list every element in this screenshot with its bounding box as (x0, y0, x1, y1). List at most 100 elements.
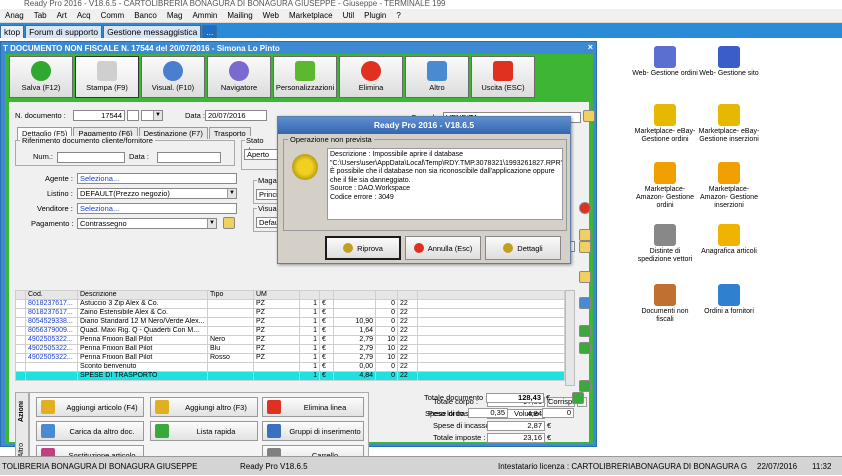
table-cell[interactable] (25, 362, 78, 372)
table-cell[interactable]: 22 (397, 308, 418, 318)
table-cell[interactable]: PZ (253, 317, 300, 327)
table-cell[interactable]: € (319, 335, 334, 345)
table-cell[interactable]: 4902505322... (25, 353, 78, 363)
table-cell[interactable]: € (319, 371, 334, 381)
table-row[interactable]: 4902505322... Penna Frixion Ball Pilot Ros… (15, 353, 565, 363)
save-button[interactable]: Salva (F12) (9, 56, 73, 98)
table-cell[interactable]: 8018237617... (25, 299, 78, 309)
table-cell[interactable]: 22 (397, 299, 418, 309)
table-cell[interactable] (417, 299, 565, 309)
table-cell[interactable]: 22 (397, 362, 418, 372)
desktop-icon-web-ordini[interactable]: Web- Gestione ordini (632, 46, 698, 78)
table-row[interactable]: 4902505322... Penna Frixion Ball Pilot Blu… (15, 344, 565, 354)
folder-icon[interactable] (579, 241, 591, 253)
table-cell[interactable]: Quad. Maxi Rig. Q - Quaderti Con M... (77, 326, 208, 336)
col-descrizione[interactable]: Descrizione (77, 290, 208, 300)
quick-list-button[interactable]: Lista rapida (150, 421, 258, 441)
table-cell[interactable]: 1 (299, 326, 320, 336)
table-cell[interactable]: € (319, 353, 334, 363)
table-cell[interactable]: 22 (397, 371, 418, 381)
ndoc-suffix-input[interactable] (127, 110, 139, 121)
table-cell[interactable] (417, 326, 565, 336)
add-article-button[interactable]: Aggiungi articolo (F4) (36, 397, 144, 417)
table-cell[interactable]: Penna Frixion Ball Pilot (77, 353, 208, 363)
table-cell[interactable]: 0,00 (333, 362, 376, 372)
desktop-icon-web-sito[interactable]: Web- Gestione sito (696, 46, 762, 78)
table-cell[interactable]: PZ (253, 299, 300, 309)
table-cell[interactable]: € (319, 362, 334, 372)
folder-icon[interactable] (579, 229, 591, 241)
table-cell[interactable]: PZ (253, 353, 300, 363)
table-cell[interactable] (333, 308, 376, 318)
table-cell[interactable]: PZ (253, 326, 300, 336)
menu-item-ammin[interactable]: Ammin (187, 9, 222, 23)
table-cell[interactable]: 1 (299, 335, 320, 345)
preview-button[interactable]: Visual. (F10) (141, 56, 205, 98)
print-button[interactable]: Stampa (F9) (75, 56, 139, 98)
row-indicator[interactable] (15, 362, 26, 372)
table-cell[interactable] (417, 371, 565, 381)
tab-forum[interactable]: Forum di supporto (25, 25, 103, 38)
cancel-button[interactable]: Annulla (Esc) (405, 236, 481, 260)
table-cell[interactable] (417, 353, 565, 363)
pagamento-select[interactable]: Contrassegno ▼ (77, 218, 217, 229)
table-row[interactable]: 4902505322... Penna Frixion Ball Pilot Ner… (15, 335, 565, 345)
spese-incasso-value[interactable]: 2,87 (487, 421, 545, 431)
menu-item-anag[interactable]: Anag (0, 9, 29, 23)
table-cell[interactable]: 1,64 (333, 326, 376, 336)
arrow-down-icon[interactable] (579, 297, 591, 309)
calculator-icon[interactable] (572, 392, 584, 404)
arrow-up-icon[interactable] (579, 325, 591, 337)
table-cell[interactable] (207, 371, 254, 381)
table-cell[interactable] (207, 299, 254, 309)
table-cell[interactable] (417, 308, 565, 318)
row-indicator[interactable] (15, 371, 26, 381)
row-indicator[interactable] (15, 326, 26, 336)
table-cell[interactable]: Nero (207, 335, 254, 345)
menu-item-marketplace[interactable]: Marketplace (284, 9, 338, 23)
menu-item-art[interactable]: Art (52, 9, 72, 23)
desktop-icon-ordini-fornitori[interactable]: Ordini a fornitori (696, 284, 762, 316)
desktop-icon-amazon-ordini[interactable]: Marketplace- Amazon- Gestione ordini (632, 162, 698, 210)
table-row[interactable]: 8018237617... Zaino Estensibile Alex & Co… (15, 308, 565, 318)
table-row[interactable]: 8054529338... Diario Standard 12 M Nero/V… (15, 317, 565, 327)
table-cell[interactable]: 1 (299, 344, 320, 354)
tab-more[interactable]: ... (202, 25, 218, 38)
menu-item-web[interactable]: Web (258, 9, 284, 23)
table-cell[interactable]: 10 (375, 335, 398, 345)
table-cell[interactable]: 4902505322... (25, 344, 78, 354)
exit-button[interactable]: Uscita (ESC) (471, 56, 535, 98)
desktop-icon-ebay-inserzioni[interactable]: Marketplace- eBay- Gestione inserzioni (696, 104, 762, 144)
details-button[interactable]: Dettagli (485, 236, 561, 260)
table-row[interactable]: 8056379009... Quad. Maxi Rig. Q - Quadert… (15, 326, 565, 336)
window-close-button[interactable]: × (588, 42, 593, 52)
venditore-select[interactable]: Seleziona... (77, 203, 237, 214)
menu-item-tab[interactable]: Tab (29, 9, 52, 23)
table-cell[interactable]: 22 (397, 335, 418, 345)
causale-folder-icon[interactable] (583, 110, 595, 122)
col-um[interactable]: UM (253, 290, 300, 300)
desktop-icon-documenti-non-fiscali[interactable]: Documenti non fiscali (632, 284, 698, 324)
folder-icon[interactable] (579, 271, 591, 283)
table-cell[interactable]: 8018237617... (25, 308, 78, 318)
navigator-button[interactable]: Navigatore (207, 56, 271, 98)
table-cell[interactable]: € (319, 317, 334, 327)
table-cell[interactable] (417, 317, 565, 327)
add-other-button[interactable]: Aggiungi altro (F3) (150, 397, 258, 417)
table-cell[interactable]: Blu (207, 344, 254, 354)
table-row[interactable]: Sconto benvenuto 1 €0,00 0 22 (15, 362, 565, 372)
desktop-icon-distinte[interactable]: Distinte di spedizione vettori (632, 224, 698, 264)
volume-value[interactable]: 0 (542, 408, 574, 418)
table-cell[interactable]: 10,90 (333, 317, 376, 327)
table-cell[interactable]: € (319, 299, 334, 309)
table-cell[interactable]: € (319, 326, 334, 336)
table-row[interactable]: SPESE DI TRASPORTO 1 €4,84 0 22 (15, 371, 565, 381)
table-cell[interactable]: 0 (375, 371, 398, 381)
col-tipo[interactable]: Tipo (207, 290, 254, 300)
menu-item-comm[interactable]: Comm (96, 9, 130, 23)
table-cell[interactable] (207, 317, 254, 327)
table-cell[interactable]: Penna Frixion Ball Pilot (77, 344, 208, 354)
table-cell[interactable]: 0 (375, 317, 398, 327)
table-cell[interactable]: Penna Frixion Ball Pilot (77, 335, 208, 345)
peso-lordo-value[interactable]: 0,35 (468, 408, 508, 418)
